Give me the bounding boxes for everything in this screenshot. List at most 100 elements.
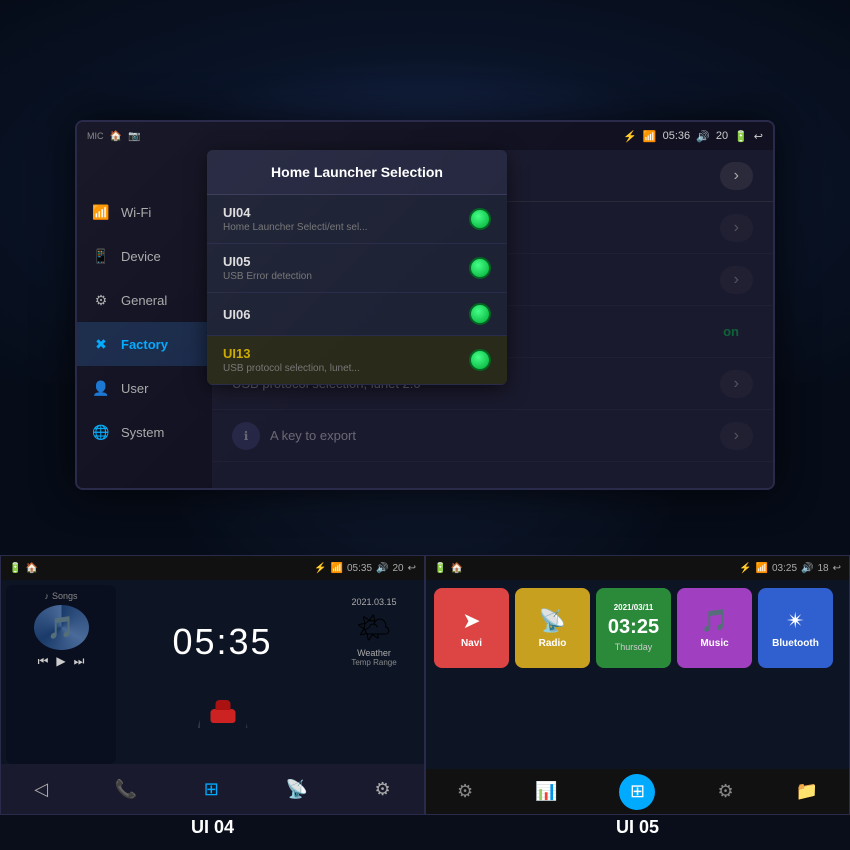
time-display: 05:36: [663, 130, 691, 142]
modal-ui13-sub: USB protocol selection, lunet...: [223, 363, 360, 374]
ui05-gear-icon[interactable]: ⚙: [717, 781, 733, 802]
nav-navigation-icon[interactable]: ◁: [34, 779, 48, 800]
weather-widget: 2021.03.15 🌤 Weather Temp Range: [329, 585, 419, 764]
music-label: Songs: [52, 591, 78, 601]
nav-settings-icon[interactable]: ⚙: [375, 779, 391, 800]
ui05-home-icon[interactable]: ⊞: [619, 774, 655, 810]
ui04-back-icon[interactable]: ↩: [408, 563, 416, 574]
sidebar-item-device[interactable]: 📱 Device: [77, 234, 212, 278]
clock-tile-time: 03:25: [608, 616, 659, 638]
music-note-icon: ♪: [44, 591, 49, 601]
modal-ui05-toggle[interactable]: [469, 257, 491, 279]
bottom-section: 🔋 🏠 ⚡ 📶 05:35 🔊 20 ↩ ♪ Songs: [0, 540, 850, 850]
ui05-chart-icon[interactable]: 📊: [535, 781, 557, 802]
ui04-status-bar: 🔋 🏠 ⚡ 📶 05:35 🔊 20 ↩: [1, 556, 424, 580]
status-bar: MIC 🏠 📷 ⚡ 📶 05:36 🔊 20 🔋 ↩: [77, 122, 773, 150]
album-art: 🎵: [34, 605, 89, 650]
ui13-arrow[interactable]: ›: [720, 266, 753, 294]
modal-ui13-label: UI13: [223, 346, 360, 361]
ui04-battery-icon: 🔋: [9, 563, 21, 574]
mic-label: MIC: [87, 131, 104, 141]
export-icon: ℹ: [232, 422, 260, 450]
bluetooth-tile-icon: ✴: [786, 608, 804, 634]
app-tile-bluetooth[interactable]: ✴ Bluetooth: [758, 588, 833, 668]
music-label-row: ♪ Songs: [44, 591, 77, 601]
ui04-vol-icon: 🔊: [376, 563, 388, 574]
ui04-navbar: ◁ 📞 ⊞ 📡 ⚙: [1, 764, 424, 814]
weather-sub: Temp Range: [333, 658, 415, 667]
ui05-time: 03:25: [772, 563, 797, 574]
nav-home-icon[interactable]: ⊞: [204, 779, 219, 800]
radio-label: Radio: [539, 638, 567, 649]
ui04-wifi-icon: 📶: [331, 563, 343, 574]
ui04-panel: 🔋 🏠 ⚡ 📶 05:35 🔊 20 ↩ ♪ Songs: [0, 555, 425, 815]
ui04-batt: 20: [392, 563, 403, 574]
sidebar-item-general[interactable]: ⚙ General: [77, 278, 212, 322]
app-tile-radio[interactable]: 📡 Radio: [515, 588, 590, 668]
sidebar-item-user[interactable]: 👤 User: [77, 366, 212, 410]
back-icon[interactable]: ↩: [754, 130, 763, 143]
modal-row-ui13[interactable]: UI13 USB protocol selection, lunet...: [207, 336, 507, 385]
user-icon: 👤: [91, 378, 111, 398]
nav-phone-icon[interactable]: 📞: [115, 779, 137, 800]
sidebar-factory-label: Factory: [121, 337, 168, 352]
ui05-home-icon: 🏠: [450, 563, 462, 574]
weather-label: Weather: [333, 648, 415, 658]
modal-ui04-toggle[interactable]: [469, 208, 491, 230]
weather-icon: 🌤: [333, 611, 415, 644]
big-clock: 05:35: [172, 621, 272, 663]
album-icon: 🎵: [47, 615, 74, 641]
sidebar-item-wifi[interactable]: 📶 Wi-Fi: [77, 190, 212, 234]
globe-icon: 🌐: [91, 422, 111, 442]
ui05-status-bar: 🔋 🏠 ⚡ 📶 03:25 🔊 18 ↩: [426, 556, 849, 580]
music-widget: ♪ Songs 🎵 ⏮ ▶ ⏭: [6, 585, 116, 764]
music-icon: 🎵: [701, 608, 728, 634]
ui04-time: 05:35: [347, 563, 372, 574]
modal-row-ui05[interactable]: UI05 USB Error detection: [207, 244, 507, 293]
car-body: [210, 709, 235, 723]
navi-icon: ➤: [462, 608, 480, 634]
main-screen: MIC 🏠 📷 ⚡ 📶 05:36 🔊 20 🔋 ↩ RST 📶 Wi-Fi 📱…: [75, 120, 775, 490]
ui05-folder-icon[interactable]: 📁: [796, 781, 818, 802]
car-top: [215, 700, 230, 710]
export-row[interactable]: ℹ A key to export ›: [212, 410, 773, 462]
modal-row-ui06[interactable]: UI06: [207, 293, 507, 336]
launcher-arrow[interactable]: ›: [720, 214, 753, 242]
prev-icon[interactable]: ⏮: [38, 654, 49, 669]
gear-icon: ⚙: [91, 290, 111, 310]
modal-row-ui04[interactable]: UI04 Home Launcher Selecti/ent sel...: [207, 195, 507, 244]
ui04-status-right: ⚡ 📶 05:35 🔊 20 ↩: [314, 563, 416, 574]
ui04-status-left: 🔋 🏠: [9, 563, 38, 574]
sidebar-item-factory[interactable]: ✖ Factory: [77, 322, 212, 366]
weather-date: 2021.03.15: [333, 597, 415, 607]
app-tile-clock[interactable]: 2021/03/11 03:25 Thursday: [596, 588, 671, 668]
mcu-arrow[interactable]: ›: [720, 162, 753, 190]
ui05-wifi-icon: 📶: [756, 563, 768, 574]
ui04-bt-icon: ⚡: [314, 563, 326, 574]
nav-signal-icon[interactable]: 📡: [285, 779, 307, 800]
export-arrow[interactable]: ›: [720, 422, 753, 450]
modal-ui06-toggle[interactable]: [469, 303, 491, 325]
music-label-tile: Music: [700, 638, 728, 649]
ui05-settings-icon[interactable]: ⚙: [457, 781, 473, 802]
next-icon[interactable]: ⏭: [74, 654, 85, 669]
usb-error-toggle[interactable]: on: [709, 319, 753, 344]
music-controls[interactable]: ⏮ ▶ ⏭: [38, 654, 85, 669]
play-icon[interactable]: ▶: [56, 654, 65, 669]
ui04-content: ♪ Songs 🎵 ⏮ ▶ ⏭ 05:35: [1, 580, 424, 769]
modal-ui04-left: UI04 Home Launcher Selecti/ent sel...: [223, 205, 368, 233]
ui05-back-icon[interactable]: ↩: [833, 563, 841, 574]
wifi-sidebar-icon: 📶: [91, 202, 111, 222]
modal-ui13-toggle[interactable]: [469, 349, 491, 371]
sidebar-general-label: General: [121, 293, 167, 308]
sidebar-item-system[interactable]: 🌐 System: [77, 410, 212, 454]
sidebar: 📶 Wi-Fi 📱 Device ⚙ General ✖ Factory 👤 U…: [77, 150, 212, 488]
modal-ui13-left: UI13 USB protocol selection, lunet...: [223, 346, 360, 374]
battery-icon: 🔋: [734, 130, 748, 143]
modal-ui06-left: UI06: [223, 307, 250, 322]
app-tile-music[interactable]: 🎵 Music: [677, 588, 752, 668]
clock-center: 05:35: [120, 585, 325, 764]
export-row-left: ℹ A key to export: [232, 422, 356, 450]
usb-protocol-arrow[interactable]: ›: [720, 370, 753, 398]
app-tile-navi[interactable]: ➤ Navi: [434, 588, 509, 668]
